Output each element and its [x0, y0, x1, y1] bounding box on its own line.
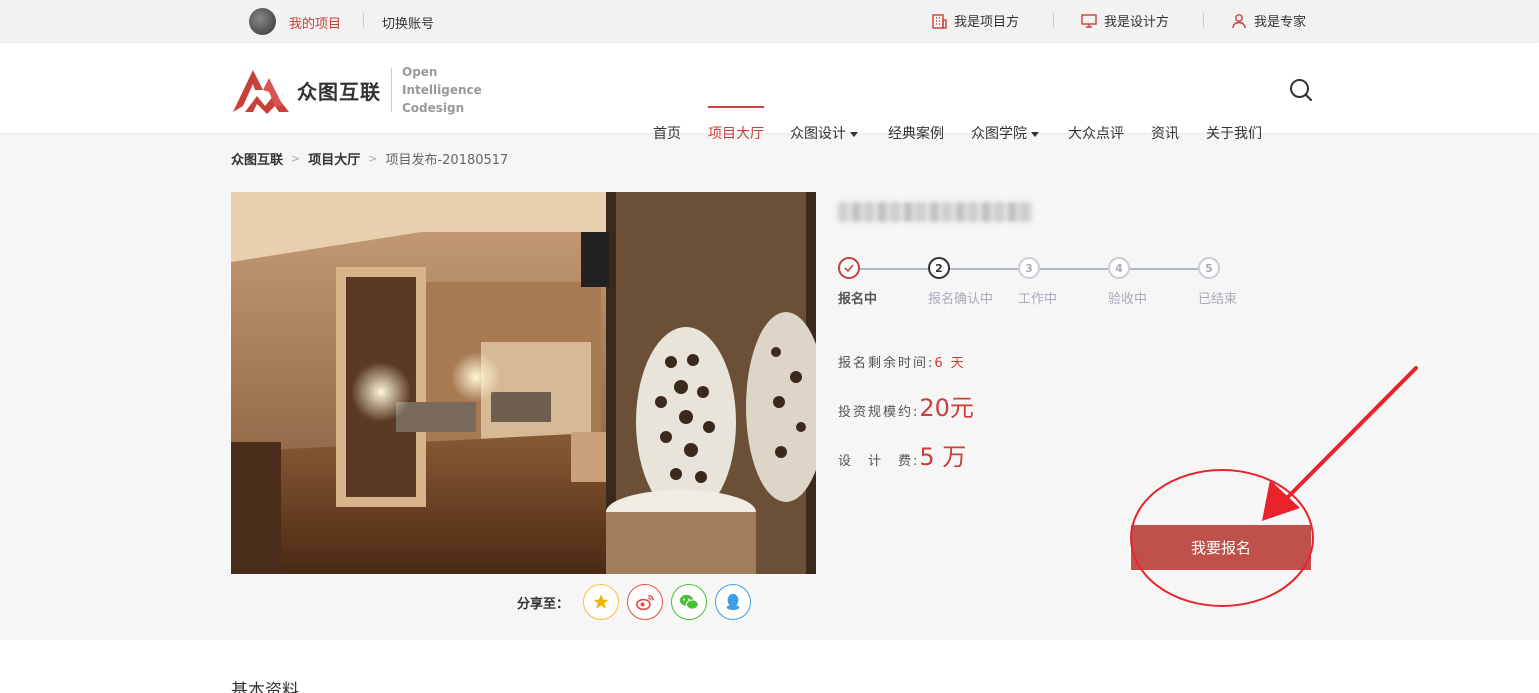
weibo-share-button[interactable] [627, 584, 664, 620]
annotation-arrow-icon [1278, 366, 1418, 507]
logo-tagline-line: Intelligence [402, 83, 482, 97]
project-image [231, 192, 816, 574]
site-logo[interactable]: 众图互联 Open Intelligence Codesign [231, 63, 482, 117]
my-projects-link[interactable]: 我的项目 [289, 13, 341, 32]
step-connector [1130, 268, 1198, 270]
qq-share-button[interactable] [715, 584, 752, 620]
share-bar: 分享至： [517, 584, 752, 620]
step-1-label: 报名中 [838, 292, 878, 307]
weibo-icon [636, 594, 654, 611]
nav-about[interactable]: 关于我们 [1206, 123, 1262, 143]
remaining-time-label: 报名剩余时间: [838, 356, 935, 371]
chevron-right-icon: > [368, 152, 378, 165]
wechat-share-button[interactable] [671, 584, 708, 620]
project-side-label: 我是项目方 [954, 15, 1020, 30]
wechat-icon [679, 594, 699, 610]
breadcrumb-current: 项目发布-20180517 [385, 153, 509, 168]
progress-steps: 2 3 4 5 报名中 报名确认中 工作中 验收中 已结束 [838, 257, 1238, 307]
main-header: 众图互联 Open Intelligence Codesign 首页 项目大厅 … [0, 43, 1539, 142]
divider [1203, 13, 1204, 28]
designer-side-link[interactable]: 我是设计方 [1081, 11, 1169, 30]
step-2-label: 报名确认中 [928, 292, 994, 307]
step-3-label: 工作中 [1018, 292, 1058, 307]
nav-academy-label: 众图学院 [971, 126, 1027, 142]
design-fee-row: 设 计 费:5 万 [838, 437, 966, 472]
logo-tagline: Open Intelligence Codesign [402, 63, 482, 117]
star-icon [593, 594, 609, 609]
share-label: 分享至： [517, 596, 570, 612]
nav-news[interactable]: 资讯 [1151, 123, 1179, 143]
building-icon [932, 13, 947, 29]
caret-down-icon [850, 131, 858, 137]
nav-design-label: 众图设计 [790, 126, 846, 142]
logo-divider [391, 68, 392, 112]
nav-academy[interactable]: 众图学院 [971, 123, 1039, 143]
investment-value: 20元 [919, 394, 974, 422]
interior-room-image [231, 192, 816, 574]
step-connector [1040, 268, 1108, 270]
annotation-arrowhead-icon [1262, 480, 1300, 521]
step-connector [950, 268, 1018, 270]
step-5-marker: 5 [1198, 257, 1220, 279]
signup-button[interactable]: 我要报名 [1131, 525, 1311, 570]
logo-text: 众图互联 [297, 79, 381, 104]
breadcrumb-home[interactable]: 众图互联 [231, 149, 283, 168]
design-fee-label: 设 计 费: [838, 454, 920, 469]
step-connector [860, 268, 928, 270]
divider [1053, 13, 1054, 28]
project-title-redacted [838, 202, 1033, 222]
step-4-label: 验收中 [1108, 292, 1148, 307]
logo-tagline-line: Codesign [402, 101, 465, 115]
nav-cases[interactable]: 经典案例 [888, 123, 944, 143]
designer-side-label: 我是设计方 [1104, 15, 1170, 30]
design-fee-value: 5 万 [919, 443, 967, 471]
project-side-link[interactable]: 我是项目方 [931, 11, 1019, 30]
search-icon[interactable] [1289, 78, 1313, 102]
switch-account-link[interactable]: 切换账号 [382, 13, 434, 32]
step-4-marker: 4 [1108, 257, 1130, 279]
monitor-icon [1081, 13, 1097, 28]
nav-home[interactable]: 首页 [653, 123, 681, 143]
nav-design[interactable]: 众图设计 [790, 123, 858, 143]
divider [363, 13, 364, 28]
caret-down-icon [1031, 131, 1039, 137]
logo-mark-icon [233, 70, 289, 114]
breadcrumb-hall[interactable]: 项目大厅 [308, 149, 360, 168]
remaining-time-row: 报名剩余时间:6 天 [838, 352, 966, 371]
chevron-right-icon: > [291, 152, 301, 165]
qq-penguin-icon [726, 593, 740, 611]
expert-side-label: 我是专家 [1254, 15, 1307, 30]
step-2-marker: 2 [928, 257, 950, 279]
user-icon [1232, 13, 1246, 28]
avatar[interactable] [249, 8, 276, 35]
nav-project-hall[interactable]: 项目大厅 [708, 123, 764, 143]
nav-active-underline [708, 106, 764, 108]
remaining-time-value: 6 天 [934, 356, 966, 371]
expert-side-link[interactable]: 我是专家 [1231, 11, 1306, 30]
basic-info-section: 基本资料 [0, 640, 1539, 693]
step-3-marker: 3 [1018, 257, 1040, 279]
step-5-label: 已结束 [1198, 292, 1238, 307]
step-1-check-icon [838, 257, 860, 279]
nav-review[interactable]: 大众点评 [1068, 123, 1124, 143]
favorite-share-button[interactable] [583, 584, 620, 620]
investment-row: 投资规模约:20元 [838, 388, 974, 423]
breadcrumb: 众图互联 > 项目大厅 > 项目发布-20180517 [231, 149, 508, 168]
section-title: 基本资料 [231, 681, 299, 693]
investment-label: 投资规模约: [838, 405, 920, 420]
logo-tagline-line: Open [402, 65, 438, 79]
top-bar: 我的项目 切换账号 我是项目方 我是设计方 我是专家 [0, 0, 1539, 43]
